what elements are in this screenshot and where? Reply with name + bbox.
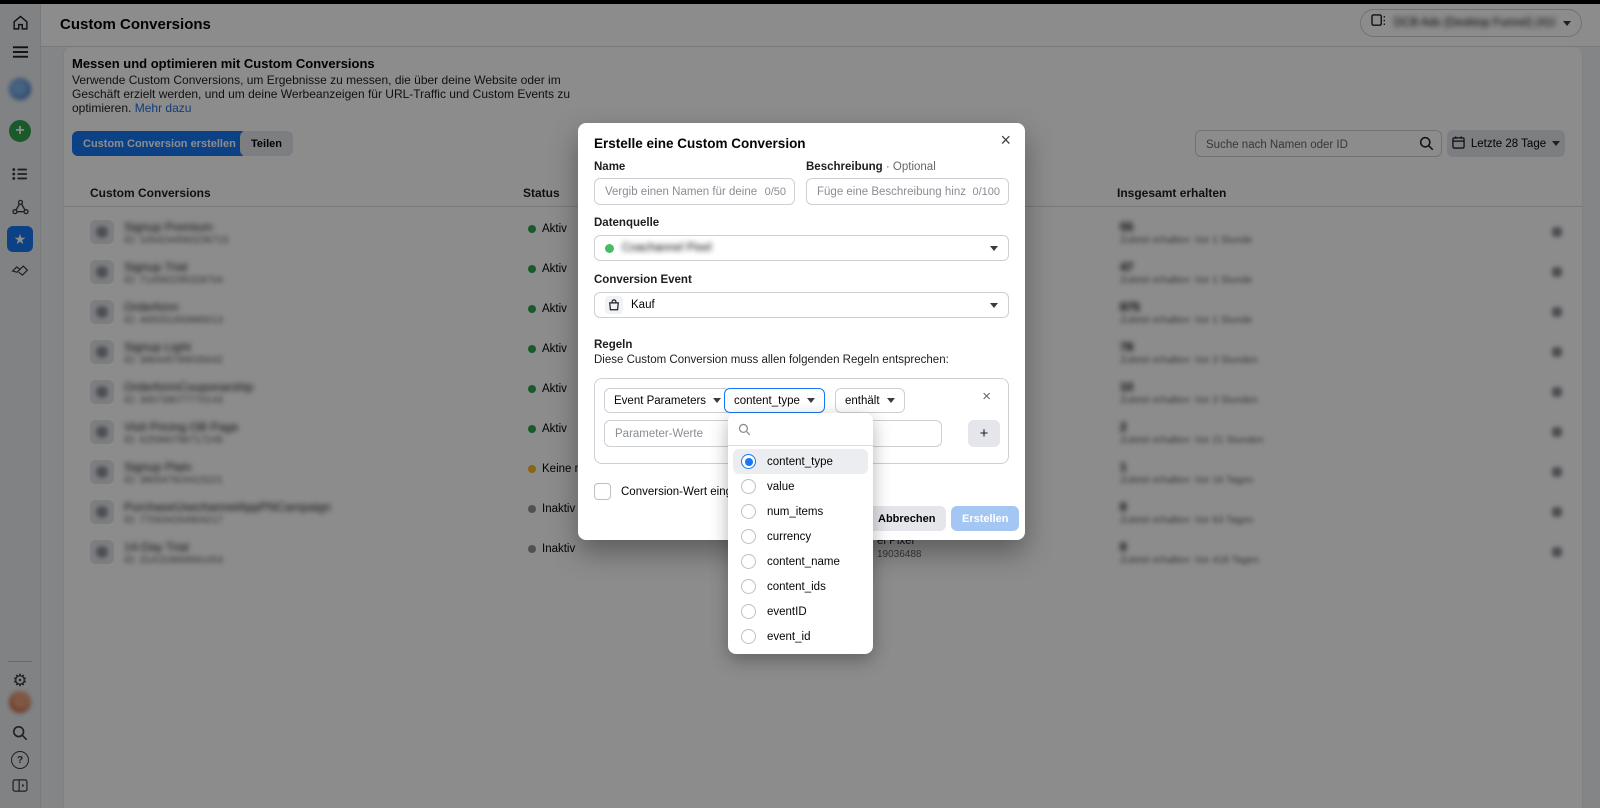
name-label: Name bbox=[594, 161, 625, 173]
dropdown-search[interactable] bbox=[728, 413, 873, 446]
checkbox-icon[interactable] bbox=[594, 483, 611, 500]
close-icon[interactable]: × bbox=[1000, 131, 1011, 149]
radio-icon bbox=[741, 479, 756, 494]
rule-param-dropdown[interactable]: content_type bbox=[724, 388, 825, 413]
name-field-wrap: 0/50 bbox=[594, 178, 795, 205]
add-rule-icon[interactable]: + bbox=[968, 420, 1000, 447]
conversion-event-label: Conversion Event bbox=[594, 274, 692, 286]
radio-icon bbox=[741, 504, 756, 519]
dropdown-option[interactable]: content_ids bbox=[733, 574, 868, 599]
radio-icon bbox=[741, 604, 756, 619]
remove-rule-icon[interactable]: × bbox=[982, 389, 991, 404]
dropdown-options: content_type value num_items currency co… bbox=[728, 449, 873, 649]
rule-param-type-dropdown[interactable]: Event Parameters bbox=[604, 388, 731, 413]
rule-operator-dropdown[interactable]: enthält bbox=[835, 388, 905, 413]
events-manager-screen: Custom Conversions DCB Ads (Desktop Funn… bbox=[0, 0, 1600, 808]
radio-icon bbox=[741, 529, 756, 544]
description-field-wrap: 0/100 bbox=[806, 178, 1009, 205]
modal-title: Erstelle eine Custom Conversion bbox=[594, 136, 806, 151]
datasource-label: Datenquelle bbox=[594, 217, 659, 229]
radio-selected-icon bbox=[741, 454, 756, 469]
dropdown-option[interactable]: content_name bbox=[733, 549, 868, 574]
dropdown-option[interactable]: content_type bbox=[733, 449, 868, 474]
description-input[interactable] bbox=[815, 185, 968, 199]
active-dot-icon bbox=[605, 244, 614, 253]
rules-description: Diese Custom Conversion muss allen folge… bbox=[594, 354, 949, 366]
chevron-down-icon bbox=[807, 398, 815, 403]
conversion-event-value: Kauf bbox=[631, 299, 655, 311]
description-label: Beschreibung · Optional bbox=[806, 161, 936, 173]
dropdown-option[interactable]: event_id bbox=[733, 624, 868, 649]
radio-icon bbox=[741, 554, 756, 569]
chevron-down-icon bbox=[887, 398, 895, 403]
chevron-down-icon bbox=[990, 303, 998, 308]
chevron-down-icon bbox=[990, 246, 998, 251]
parameter-dropdown-panel: content_type value num_items currency co… bbox=[728, 413, 873, 654]
dropdown-option[interactable]: eventID bbox=[733, 599, 868, 624]
name-input[interactable] bbox=[603, 185, 761, 199]
radio-icon bbox=[741, 629, 756, 644]
radio-icon bbox=[741, 579, 756, 594]
datasource-select[interactable]: Coachannel Pixel bbox=[594, 235, 1009, 261]
chevron-down-icon bbox=[713, 398, 721, 403]
datasource-value: Coachannel Pixel bbox=[622, 242, 712, 254]
dropdown-option[interactable]: num_items bbox=[733, 499, 868, 524]
purchase-bag-icon bbox=[605, 296, 623, 314]
description-counter: 0/100 bbox=[972, 186, 1000, 198]
dropdown-option[interactable]: currency bbox=[733, 524, 868, 549]
submit-button[interactable]: Erstellen bbox=[951, 506, 1019, 531]
conversion-event-select[interactable]: Kauf bbox=[594, 292, 1009, 318]
rules-label: Regeln bbox=[594, 339, 632, 351]
dropdown-option[interactable]: value bbox=[733, 474, 868, 499]
cancel-button[interactable]: Abbrechen bbox=[867, 506, 946, 531]
search-icon bbox=[738, 423, 751, 436]
name-counter: 0/50 bbox=[765, 186, 786, 198]
